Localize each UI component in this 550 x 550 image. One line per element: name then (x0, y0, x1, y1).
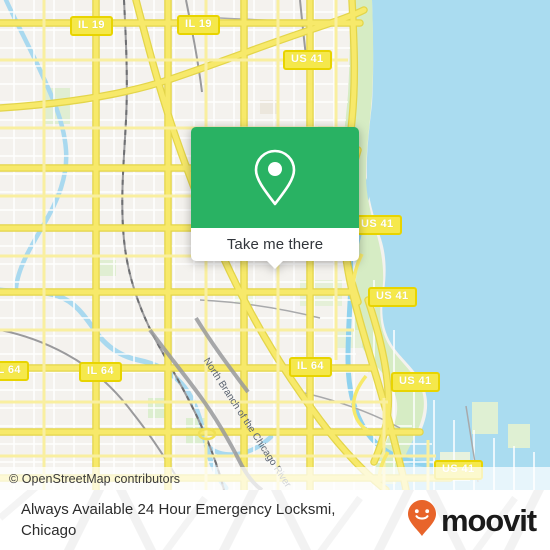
footer-bar: Always Available 24 Hour Emergency Locks… (0, 490, 550, 550)
road-shield: US 41 (368, 287, 417, 307)
road-shield: US 41 (283, 50, 332, 70)
map-pin-icon (252, 147, 298, 209)
moovit-wordmark: moovit (440, 502, 537, 538)
take-me-there-button[interactable]: Take me there (191, 228, 359, 269)
moovit-smiley-pin-icon (407, 499, 437, 542)
road-shield: US 41 (391, 372, 440, 392)
map-canvas[interactable]: IL 19 IL 19 US 41 US 41 US 41 IL 64 IL 6… (0, 0, 550, 490)
road-shield: IL 64 (0, 361, 29, 381)
take-me-there-label: Take me there (226, 236, 324, 253)
screenshot-root: IL 19 IL 19 US 41 US 41 US 41 IL 64 IL 6… (0, 0, 550, 550)
popup-image-area (191, 127, 359, 228)
road-shield: IL 19 (177, 15, 220, 35)
road-shield: IL 64 (79, 362, 122, 382)
popup-tail-icon (266, 260, 284, 269)
place-title: Always Available 24 Hour Emergency Locks… (21, 501, 336, 539)
attribution-text: © OpenStreetMap contributors (9, 471, 181, 486)
road-shield: US 41 (353, 215, 402, 235)
map-attribution[interactable]: © OpenStreetMap contributors (0, 467, 550, 490)
destination-popup[interactable]: Take me there (191, 127, 359, 269)
moovit-logo[interactable]: moovit (407, 499, 537, 542)
road-shield: IL 64 (289, 357, 332, 377)
road-shield: IL 19 (70, 16, 113, 36)
